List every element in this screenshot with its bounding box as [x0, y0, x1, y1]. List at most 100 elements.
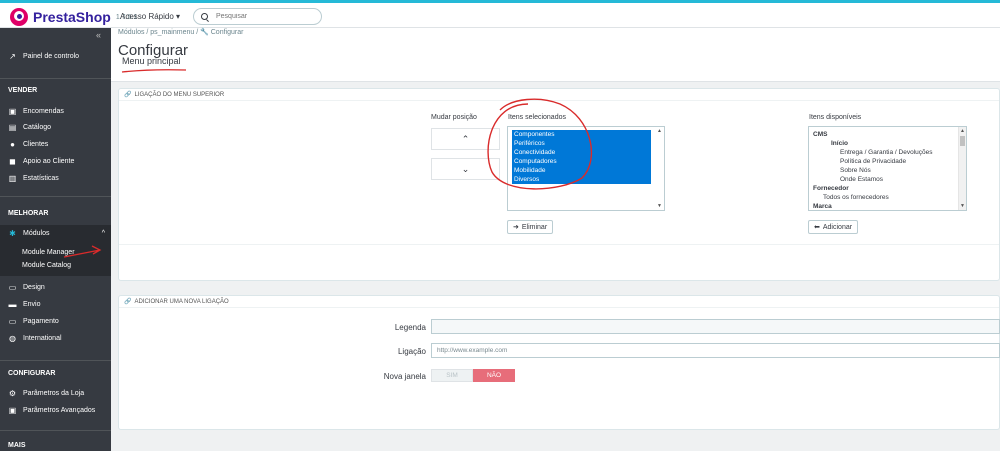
link-input[interactable]: http://www.example.com — [431, 343, 1000, 358]
scrollbar[interactable]: ▲ ▼ — [958, 127, 966, 210]
collapse-sidebar-icon[interactable]: « — [96, 30, 101, 40]
search-box[interactable] — [193, 8, 322, 25]
sidebar-item-label: Parâmetros Avançados — [23, 406, 96, 414]
new-window-switch[interactable]: SIM NÃO — [431, 369, 515, 382]
add-new-link-panel: 🔗 ADICIONAR UMA NOVA LIGAÇÃO — [118, 295, 1000, 430]
sidebar-item-advanced-parameters[interactable]: ▣ Parâmetros Avançados — [0, 402, 111, 418]
prestashop-logo-icon — [10, 8, 28, 26]
available-option[interactable]: Entrega / Garantia / Devoluções — [840, 148, 933, 157]
quick-access-dropdown[interactable]: Acesso Rápido ▾ — [120, 12, 180, 21]
section-improve: MELHORAR — [8, 210, 49, 217]
selected-option[interactable]: Conectividade — [512, 148, 651, 157]
selected-option[interactable]: Computadores — [512, 157, 651, 166]
page-subtitle: Menu principal — [122, 56, 181, 66]
switch-yes[interactable]: SIM — [431, 369, 473, 382]
selected-option[interactable]: Mobilidade — [512, 166, 651, 175]
sidebar-item-label: Envio — [23, 300, 41, 308]
remove-button[interactable]: ➜ Eliminar — [507, 220, 554, 234]
selected-option[interactable]: Periféricos — [512, 139, 651, 148]
move-down-button[interactable]: ⌄ — [431, 158, 500, 180]
panel-heading: 🔗 ADICIONAR UMA NOVA LIGAÇÃO — [119, 296, 999, 308]
available-option[interactable]: Todos os fornecedores — [823, 193, 889, 202]
sidebar-item-customer-service[interactable]: ◼ Apoio ao Cliente — [0, 153, 111, 169]
available-option[interactable]: Fornecedor — [813, 184, 849, 193]
sidebar-subitem-module-manager[interactable]: Module Manager — [0, 249, 111, 256]
sidebar-item-label: Pagamento — [23, 317, 59, 325]
sidebar-subitem-module-catalog[interactable]: Module Catalog — [0, 262, 111, 269]
bar-chart-icon: ▥ — [8, 173, 17, 183]
sidebar-item-label: Parâmetros da Loja — [23, 389, 85, 397]
sidebar-item-label: Painel de controlo — [23, 52, 80, 60]
selected-option[interactable]: Componentes — [512, 130, 651, 139]
sidebar-item-label: International — [23, 334, 62, 342]
section-configure: CONFIGURAR — [8, 370, 56, 377]
move-up-button[interactable]: ⌃ — [431, 128, 500, 150]
sidebar-item-label: Apoio ao Cliente — [23, 157, 75, 165]
settings-box-icon: ▣ — [8, 405, 17, 415]
sidebar-item-payment[interactable]: ▭ Pagamento — [0, 313, 111, 329]
scroll-up-icon[interactable]: ▲ — [960, 128, 965, 134]
breadcrumb[interactable]: Módulos / ps_mainmenu / 🔧 Configurar — [118, 28, 243, 36]
section-sell: VENDER — [8, 87, 38, 94]
selected-option[interactable]: Diversos — [512, 175, 651, 184]
available-option[interactable]: Início — [831, 139, 848, 148]
trending-up-icon: ↗ — [9, 51, 16, 61]
legend-label: Legenda — [394, 323, 426, 332]
sidebar: « ↗ Painel de controlo VENDER ▣ Encomend… — [0, 28, 111, 451]
search-input[interactable] — [216, 13, 316, 20]
puzzle-icon: ✱ — [9, 229, 16, 238]
sidebar-item-design[interactable]: ▭ Design — [0, 279, 111, 295]
legend-input[interactable] — [431, 319, 1000, 334]
store-icon: ▤ — [8, 122, 17, 132]
scroll-up-icon[interactable]: ▲ — [657, 128, 662, 134]
available-items-listbox[interactable]: CMS Início Entrega / Garantia / Devoluçõ… — [808, 126, 967, 211]
brand-name: PrestaShop — [33, 9, 111, 25]
panel-heading: 🔗 LIGAÇÃO DO MENU SUPERIOR — [119, 89, 999, 101]
sidebar-item-shipping[interactable]: ▬ Envio — [0, 296, 111, 312]
scroll-down-icon[interactable]: ▼ — [960, 203, 965, 209]
selected-items-listbox[interactable]: Componentes Periféricos Conectividade Co… — [507, 126, 665, 211]
chat-icon: ◼ — [9, 156, 16, 166]
available-option[interactable]: Sobre Nós — [840, 166, 871, 175]
chevron-up-icon: ^ — [101, 230, 105, 237]
top-bar: PrestaShop 1.7.6.1 Acesso Rápido ▾ — [0, 0, 1000, 28]
sidebar-item-label: Catálogo — [23, 123, 52, 131]
scroll-thumb[interactable] — [960, 136, 965, 146]
sidebar-item-modules[interactable]: ✱ Módulos ^ — [0, 225, 111, 242]
link-icon: 🔗 — [124, 92, 132, 98]
shopping-basket-icon: ▣ — [8, 106, 17, 116]
available-option[interactable]: Política de Privacidade — [840, 157, 906, 166]
new-window-label: Nova janela — [383, 372, 426, 381]
sidebar-item-catalog[interactable]: ▤ Catálogo — [0, 119, 111, 135]
user-icon: ● — [10, 139, 15, 149]
truck-icon: ▬ — [8, 299, 17, 309]
sidebar-item-stats[interactable]: ▥ Estatísticas — [0, 170, 111, 186]
gear-icon: ⚙ — [8, 388, 17, 398]
section-more: MAIS — [8, 442, 26, 449]
sidebar-item-shop-parameters[interactable]: ⚙ Parâmetros da Loja — [0, 385, 111, 401]
sidebar-item-customers[interactable]: ● Clientes — [0, 136, 111, 152]
add-button[interactable]: ⬅ Adicionar — [808, 220, 859, 234]
available-option[interactable]: CMS — [813, 130, 827, 139]
search-icon — [201, 13, 208, 20]
arrow-left-icon: ⬅ — [814, 224, 820, 231]
sidebar-item-international[interactable]: ◍ International — [0, 330, 111, 346]
link-label: Ligação — [397, 347, 426, 356]
monitor-icon: ▭ — [8, 282, 17, 292]
credit-card-icon: ▭ — [8, 316, 17, 326]
chevron-down-icon: ⌄ — [461, 163, 470, 174]
link-icon: 🔗 — [124, 299, 132, 305]
sidebar-item-dashboard[interactable]: ↗ Painel de controlo — [0, 48, 111, 64]
sidebar-item-label: Estatísticas — [23, 174, 59, 182]
scrollbar[interactable]: ▲ ▼ — [656, 127, 664, 210]
scroll-down-icon[interactable]: ▼ — [657, 203, 662, 209]
sidebar-item-label: Encomendas — [23, 107, 64, 115]
change-position-label: Mudar posição — [431, 114, 477, 121]
available-option[interactable]: Marca — [813, 202, 832, 210]
available-option[interactable]: Onde Estamos — [840, 175, 883, 184]
prestashop-logo[interactable]: PrestaShop 1.7.6.1 — [10, 8, 137, 26]
sidebar-item-label: Design — [23, 283, 45, 291]
chevron-up-icon: ⌃ — [461, 133, 470, 144]
switch-no[interactable]: NÃO — [473, 369, 515, 382]
sidebar-item-orders[interactable]: ▣ Encomendas — [0, 103, 111, 119]
